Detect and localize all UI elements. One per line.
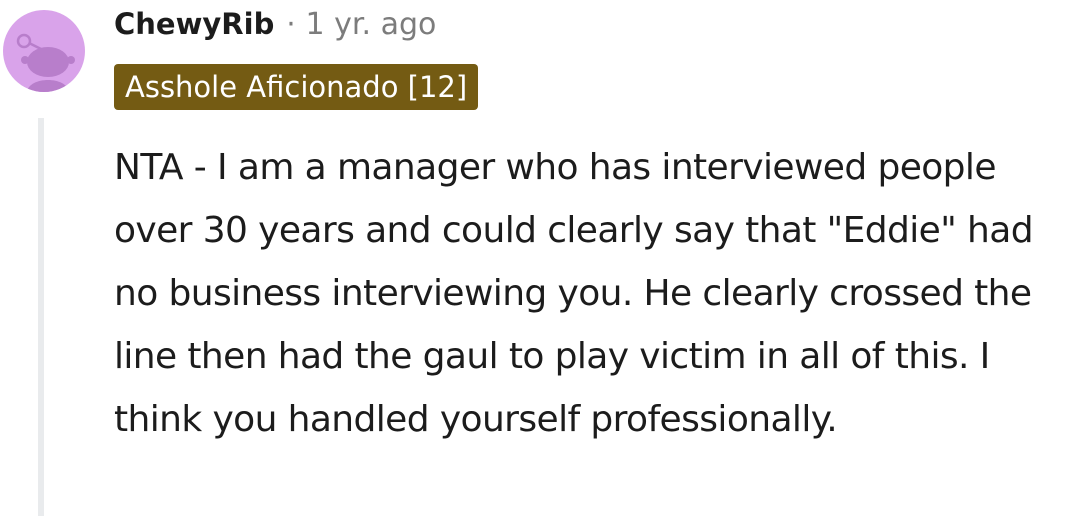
separator-dot: · (286, 7, 296, 41)
user-flair-badge: Asshole Aficionado [12] (114, 64, 479, 110)
comment-body-text: NTA - I am a manager who has interviewed… (114, 147, 1034, 440)
username-link[interactable]: ChewyRib (114, 7, 274, 41)
comment-timestamp[interactable]: 1 yr. ago (306, 7, 437, 42)
reddit-snoo-avatar-icon (16, 33, 75, 92)
user-avatar[interactable] (3, 10, 85, 92)
thread-collapse-line[interactable] (38, 118, 44, 516)
comment-header: ChewyRib · 1 yr. ago (114, 2, 436, 46)
